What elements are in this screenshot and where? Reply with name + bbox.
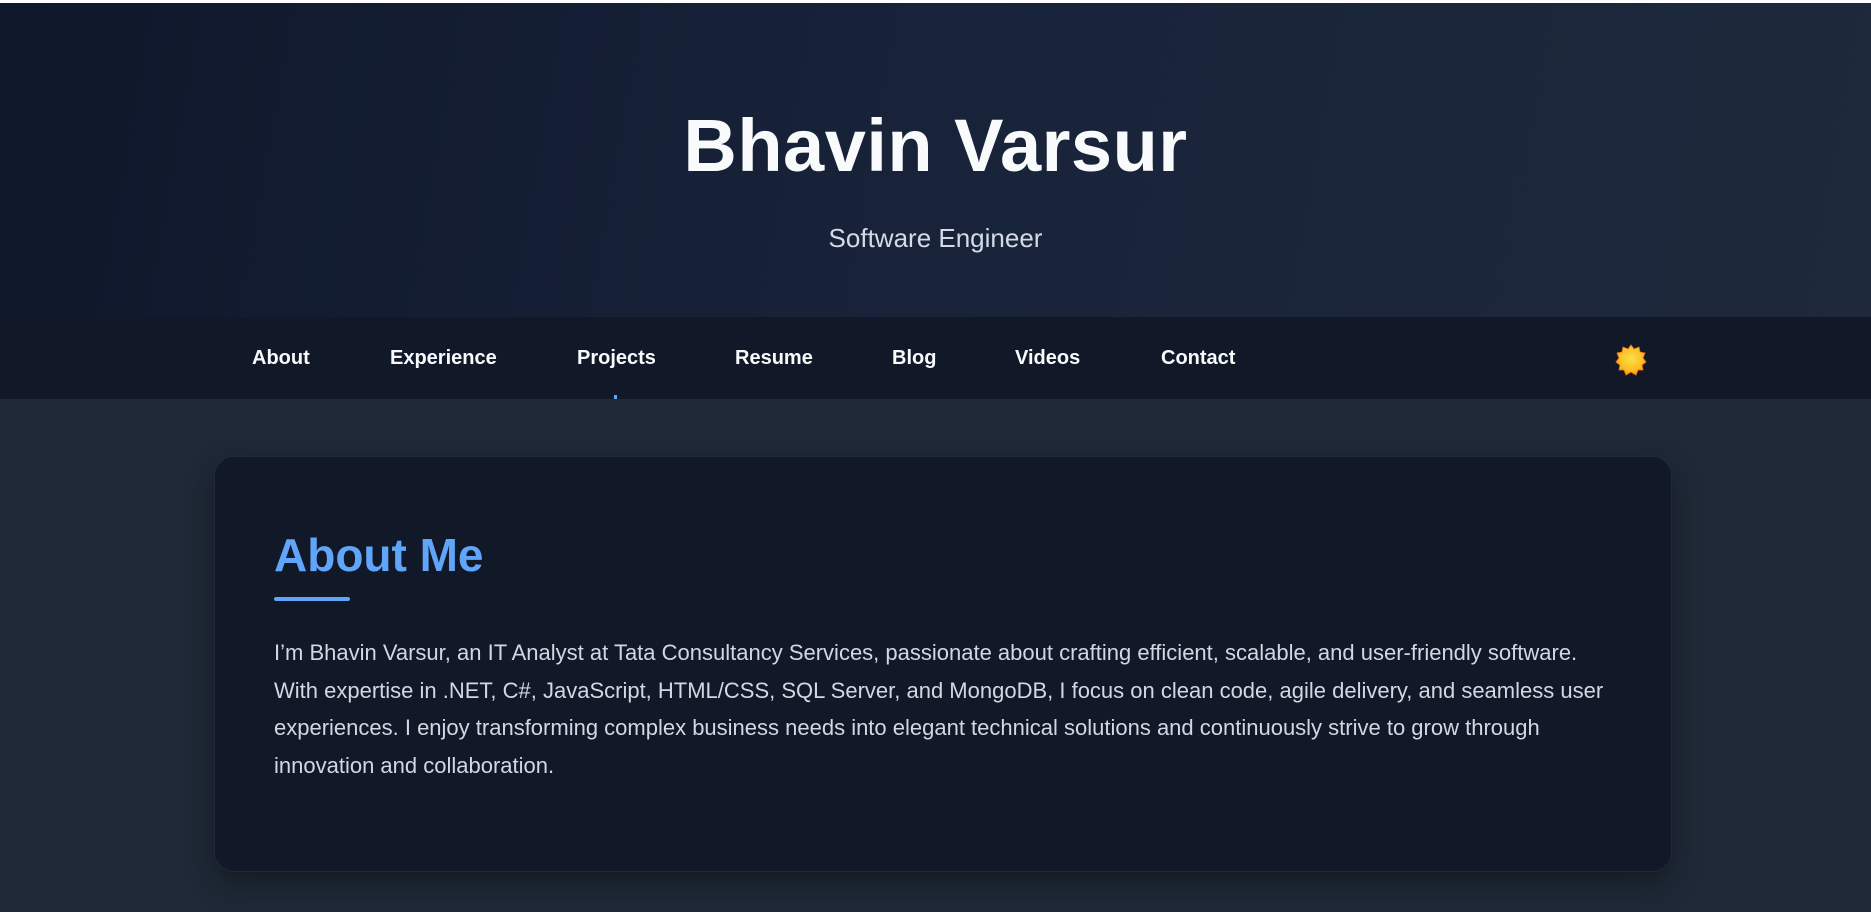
heading-underline (274, 597, 350, 601)
nav-about[interactable]: About (252, 317, 310, 399)
hero-header: Bhavin Varsur Software Engineer (0, 3, 1871, 317)
nav-projects[interactable]: Projects (577, 317, 656, 399)
sun-icon (1615, 344, 1647, 376)
main-nav: About Experience Projects Resume Blog Vi… (0, 317, 1871, 399)
theme-toggle-button[interactable] (1614, 343, 1648, 377)
about-text: I’m Bhavin Varsur, an IT Analyst at Tata… (274, 640, 1604, 778)
nav-experience[interactable]: Experience (390, 317, 497, 399)
about-card: About Me I’m Bhavin Varsur, an IT Analys… (214, 456, 1672, 872)
about-heading: About Me (274, 529, 484, 581)
site-owner-name: Bhavin Varsur (683, 104, 1188, 187)
nav-active-indicator (614, 395, 617, 399)
job-title: Software Engineer (828, 223, 1043, 253)
nav-contact[interactable]: Contact (1161, 317, 1235, 399)
nav-blog[interactable]: Blog (892, 317, 936, 399)
nav-videos[interactable]: Videos (1015, 317, 1080, 399)
nav-resume[interactable]: Resume (735, 317, 813, 399)
